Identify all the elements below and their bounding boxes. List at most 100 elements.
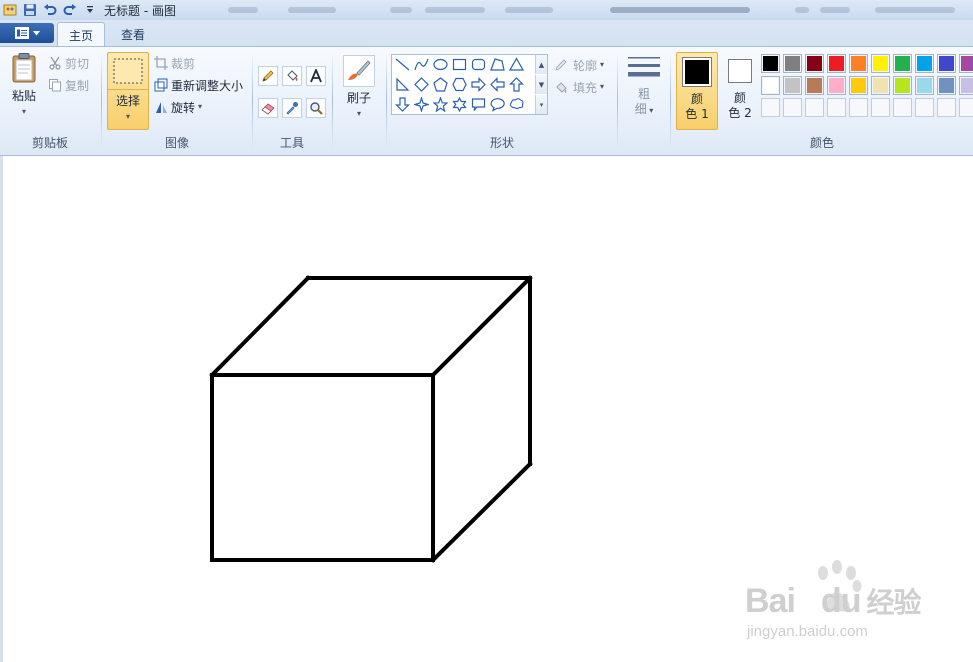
line-width-icon [628,57,660,77]
copy-label: 复制 [65,78,90,93]
palette-swatch[interactable] [827,54,846,73]
left-arrow-shape[interactable] [488,75,507,94]
palette-swatch-empty[interactable] [871,98,890,117]
palette-swatch-color [917,78,932,93]
diamond-shape[interactable] [412,75,431,94]
triangle-shape[interactable] [507,55,526,74]
crop-button[interactable]: 裁剪 [154,53,195,73]
palette-swatch[interactable] [893,54,912,73]
cut-button[interactable]: 剪切 [48,53,89,73]
curve-shape[interactable] [412,55,431,74]
size-button[interactable]: 粗 细 ▾ [624,55,664,125]
hexagon-shape[interactable] [450,75,469,94]
palette-swatch[interactable] [783,54,802,73]
color2-button[interactable]: 颜 色 2 [721,52,759,130]
line-shape[interactable] [393,55,412,74]
palette-swatch-empty[interactable] [937,98,956,117]
palette-swatch[interactable] [805,54,824,73]
palette-swatch-empty[interactable] [959,98,973,117]
four-point-star-shape[interactable] [412,95,431,114]
color1-fill [685,60,709,84]
gallery-scroll-down[interactable]: ▼ [535,75,547,94]
up-arrow-shape[interactable] [507,75,526,94]
background-window-blur [425,7,485,13]
cloud-callout-shape[interactable] [507,95,526,114]
undo-icon[interactable] [40,1,60,19]
watermark-brand: Bai [745,582,796,620]
palette-swatch[interactable] [893,76,912,95]
outline-button[interactable]: 轮廓 ▾ [554,55,604,75]
gallery-expand[interactable]: ▾ [535,95,547,114]
six-point-star-shape[interactable] [450,95,469,114]
chevron-down-icon: ▾ [21,107,26,116]
fill-button[interactable] [282,66,302,86]
paint-app-icon[interactable] [0,1,20,19]
tab-view[interactable]: 查看 [110,22,156,47]
palette-swatch[interactable] [915,76,934,95]
palette-swatch[interactable] [959,76,973,95]
palette-swatch[interactable] [761,54,780,73]
eraser-button[interactable] [258,98,278,118]
redo-icon[interactable] [60,1,80,19]
palette-swatch-empty[interactable] [893,98,912,117]
rounded-rectangle-shape[interactable] [469,55,488,74]
fill-style-button[interactable]: 填充 ▾ [554,77,604,97]
palette-swatch[interactable] [871,54,890,73]
palette-swatch[interactable] [827,76,846,95]
palette-swatch-color [807,56,822,71]
chevron-down-icon: ▾ [600,82,605,91]
palette-swatch-empty[interactable] [849,98,868,117]
paint-menu-button[interactable] [0,23,54,43]
palette-swatch-color [763,78,778,93]
magnifier-button[interactable] [306,98,326,118]
tab-home[interactable]: 主页 [57,22,106,47]
brushes-label: 刷子 [346,91,371,105]
palette-swatch-empty[interactable] [915,98,934,117]
drawing-canvas[interactable]: Bai du 经验 jingyan.baidu.com [0,156,973,662]
rect-callout-shape[interactable] [469,95,488,114]
palette-swatch[interactable] [937,76,956,95]
palette-swatch[interactable] [849,54,868,73]
size-label-line2-text: 细 [634,102,647,116]
palette-swatch[interactable] [849,76,868,95]
palette-swatch-color [763,56,778,71]
palette-swatch[interactable] [937,54,956,73]
rectangle-shape[interactable] [450,55,469,74]
five-point-star-shape[interactable] [431,95,450,114]
palette-swatch-empty[interactable] [783,98,802,117]
palette-swatch[interactable] [871,76,890,95]
palette-swatch[interactable] [959,54,973,73]
brushes-button[interactable]: 刷子 ▾ [341,55,377,125]
oval-callout-shape[interactable] [488,95,507,114]
paste-button[interactable]: 粘贴 ▾ [6,52,42,122]
save-icon[interactable] [20,1,40,19]
cube-front-face [210,373,435,562]
color2-label-line1: 颜 [733,91,746,105]
right-triangle-shape[interactable] [393,75,412,94]
select-button[interactable]: 选择 ▾ [107,52,149,130]
text-button[interactable] [306,66,326,86]
pencil-button[interactable] [258,66,278,86]
gallery-scroll-up[interactable]: ▲ [535,55,547,74]
resize-label: 重新调整大小 [171,78,244,93]
background-window-blur [390,7,412,13]
palette-swatch[interactable] [805,76,824,95]
right-arrow-shape[interactable] [469,75,488,94]
down-arrow-shape[interactable] [393,95,412,114]
resize-button[interactable]: 重新调整大小 [154,75,243,95]
palette-swatch[interactable] [783,76,802,95]
rotate-button[interactable]: 旋转 ▾ [154,97,202,117]
title-bar: 无标题 - 画图 [0,0,973,21]
color-picker-button[interactable] [282,98,302,118]
pentagon-shape[interactable] [431,75,450,94]
palette-swatch-empty[interactable] [827,98,846,117]
palette-swatch[interactable] [915,54,934,73]
copy-button[interactable]: 复制 [48,75,89,95]
palette-swatch-empty[interactable] [761,98,780,117]
polygon-shape[interactable] [488,55,507,74]
palette-swatch[interactable] [761,76,780,95]
palette-swatch-empty[interactable] [805,98,824,117]
customize-quick-access-icon[interactable] [80,1,100,19]
oval-shape[interactable] [431,55,450,74]
color1-button[interactable]: 颜 色 1 [676,52,718,130]
